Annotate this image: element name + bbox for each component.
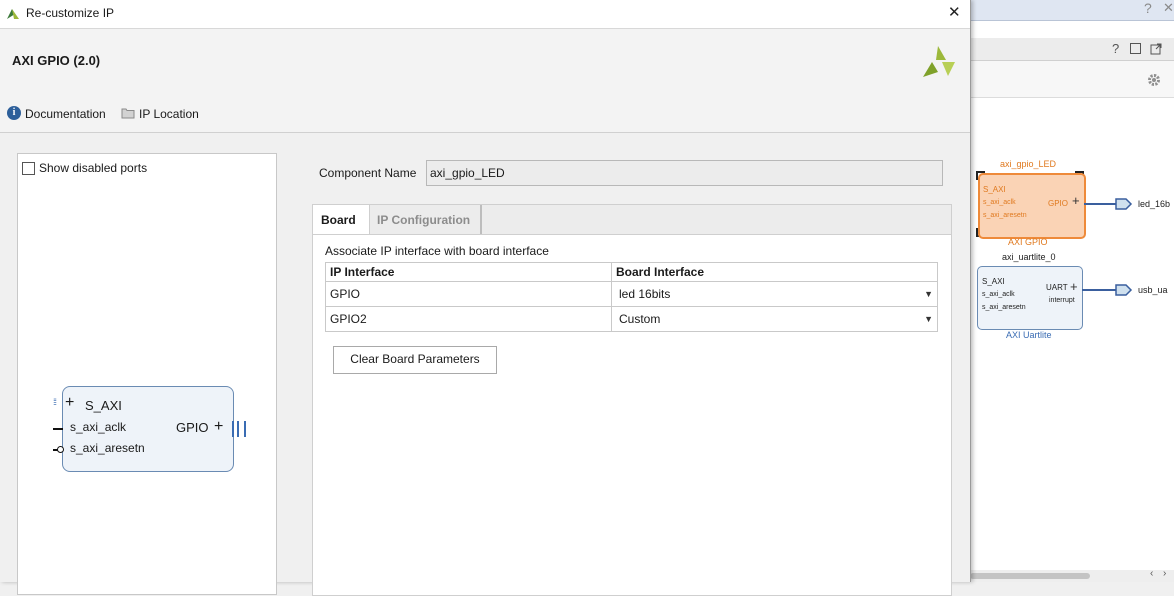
vivado-app-icon [7,9,19,19]
background-title-bar: ? ✕ [970,0,1174,21]
board-interface-select[interactable]: Custom ▼ [611,306,938,332]
dialog-title: Re-customize IP [26,6,115,20]
info-icon: i [7,106,21,120]
table-row: GPIO2 Custom ▼ [325,306,938,332]
table-header-row: IP Interface Board Interface [325,262,938,282]
header-board-interface: Board Interface [611,262,938,282]
documentation-link[interactable]: Documentation [25,107,106,121]
folder-icon [121,108,135,119]
table-row: GPIO led 16bits ▼ [325,281,938,307]
diagram-panel-toolbar: ? [970,38,1174,61]
uart-port-s-axi: S_AXI [982,277,1005,286]
xilinx-logo-icon [923,46,955,77]
gpio-output-port-icon [1115,198,1133,210]
background-window: ? ✕ ? axi_gpio_LED S_AXI s_axi_aclk s_ax… [970,0,1174,582]
aresetn-inversion-bubble [57,446,64,453]
uart-type-label: AXI Uartlite [1006,330,1052,340]
gpio-port-aresetn: s_axi_aresetn [983,212,1027,219]
chevron-down-icon: ▼ [924,314,933,324]
board-interface-value: Custom [619,312,661,326]
port-s-axi-aresetn: s_axi_aresetn [70,441,145,455]
horizontal-scrollbar[interactable]: ‹ › [970,568,1174,582]
config-tabs: Board IP Configuration [312,204,952,235]
gpio-net-label: led_16b [1138,199,1171,209]
gpio-expand-icon[interactable]: + [214,419,223,435]
gear-icon[interactable] [1146,72,1162,88]
uart-interrupt-port: interrupt [1049,297,1075,304]
gpio-port-s-axi: S_AXI [983,185,1006,194]
float-icon[interactable] [1150,43,1162,55]
gpio-instance-name: axi_gpio_LED [1000,159,1057,169]
board-interface-table: IP Interface Board Interface GPIO led 16… [325,262,938,332]
tab-ip-configuration[interactable]: IP Configuration [370,205,482,235]
s-axi-expand-icon[interactable]: + [65,395,74,411]
aclk-pin [53,428,63,430]
uart-net-wire [1082,289,1118,291]
uart-output-port-icon [1115,284,1133,296]
clear-board-parameters-button[interactable]: Clear Board Parameters [333,346,497,374]
gpio-bus-pin [232,421,246,437]
block-design-canvas[interactable]: axi_gpio_LED S_AXI s_axi_aclk s_axi_ares… [970,98,1174,570]
component-name-value: axi_gpio_LED [430,166,505,180]
restore-icon[interactable] [1130,43,1141,54]
gpio-expand-icon[interactable]: + [1072,193,1080,208]
scroll-left-icon[interactable]: ‹ [1150,568,1153,579]
uart-port-aresetn: s_axi_aresetn [982,304,1026,311]
ip-name-heading: AXI GPIO (2.0) [12,53,101,68]
gpio-type-label: AXI GPIO [1008,237,1048,247]
uart-output-port: UART [1046,283,1068,292]
tab-board-label: Board [321,213,356,227]
tab-board[interactable]: Board [313,205,370,235]
dialog-header: AXI GPIO (2.0) i Documentation IP Locati… [0,29,970,133]
uart-port-aclk: s_axi_aclk [982,291,1015,298]
port-gpio: GPIO [176,420,209,435]
scroll-right-icon[interactable]: › [1163,568,1166,579]
show-disabled-ports-label: Show disabled ports [39,161,148,175]
gpio-output-port: GPIO [1048,199,1069,208]
port-s-axi: S_AXI [85,398,122,413]
scrollbar-thumb[interactable] [970,573,1090,579]
uart-expand-icon[interactable]: + [1070,279,1078,294]
close-icon[interactable]: ✕ [948,3,961,21]
uart-net-label: usb_ua [1138,285,1168,295]
ip-symbol-panel: Show disabled ports ⁞⁞ + S_AXI s_axi_acl… [17,153,277,595]
tab-ip-configuration-label: IP Configuration [377,213,471,227]
close-icon[interactable]: ✕ [1163,0,1174,16]
ip-interface-cell: GPIO2 [325,306,612,332]
header-ip-interface: IP Interface [325,262,612,282]
chevron-down-icon: ▼ [924,289,933,299]
ip-location-link[interactable]: IP Location [139,107,199,121]
board-caption: Associate IP interface with board interf… [325,244,549,258]
board-interface-value: led 16bits [619,287,671,301]
bus-dots-icon: ⁞⁞ [53,397,57,407]
dialog-title-bar: Re-customize IP ✕ [0,0,970,29]
uart-instance-name: axi_uartlite_0 [1002,252,1056,262]
axi-gpio-block[interactable]: S_AXI s_axi_aclk s_axi_aresetn GPIO + [978,173,1086,239]
diagram-toolbar [970,61,1174,98]
show-disabled-ports-checkbox[interactable] [22,162,35,175]
help-icon[interactable]: ? [1144,0,1152,16]
gpio-net-wire [1084,203,1118,205]
component-name-label: Component Name [319,166,417,180]
ip-interface-cell: GPIO [325,281,612,307]
board-interface-select[interactable]: led 16bits ▼ [611,281,938,307]
axi-uartlite-block[interactable]: S_AXI s_axi_aclk s_axi_aresetn UART inte… [977,266,1083,330]
ip-symbol-block: ⁞⁞ + S_AXI s_axi_aclk s_axi_aresetn GPIO… [53,386,246,472]
component-name-input[interactable]: axi_gpio_LED [426,160,943,186]
port-s-axi-aclk: s_axi_aclk [70,420,127,434]
panel-help-icon[interactable]: ? [1112,41,1119,56]
re-customize-ip-dialog: Re-customize IP ✕ AXI GPIO (2.0) i Docum… [0,0,971,596]
gpio-port-aclk: s_axi_aclk [983,199,1016,206]
